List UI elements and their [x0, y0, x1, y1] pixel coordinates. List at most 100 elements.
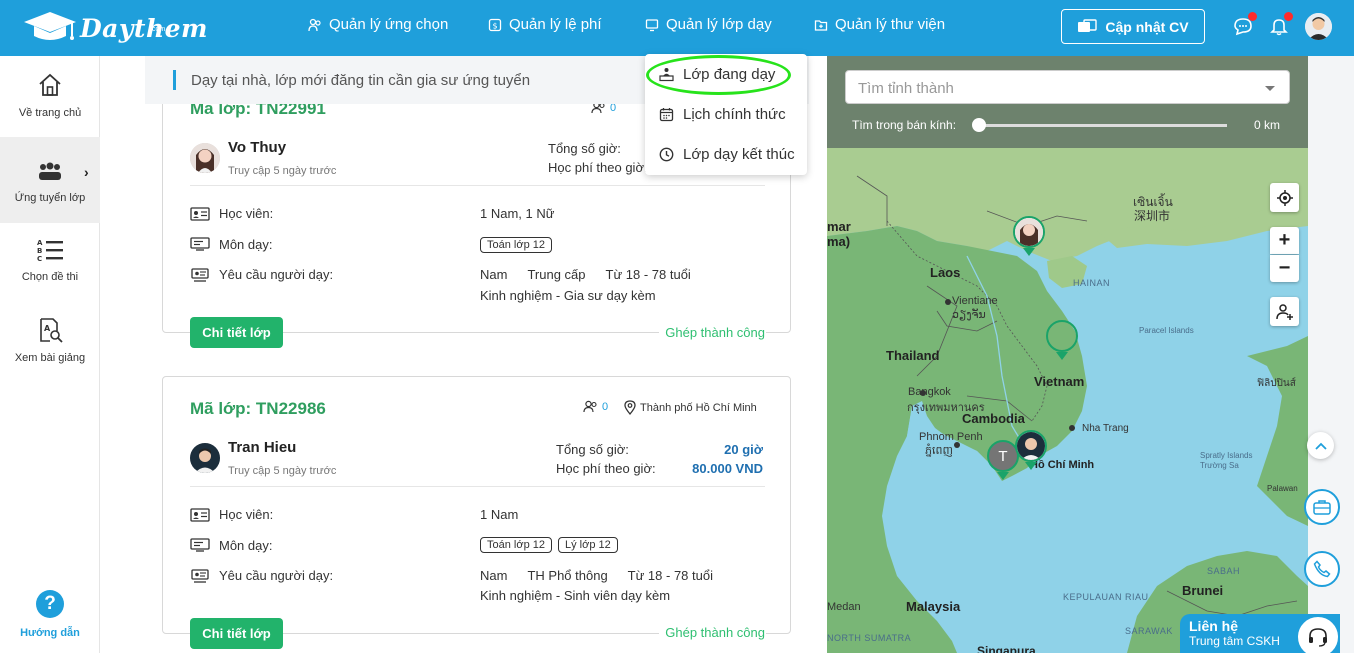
map-label-hainan: HAINAN [1073, 278, 1111, 288]
avatar-image [1305, 13, 1332, 40]
logo[interactable]: Daythem [20, 8, 208, 48]
map-label-phnom-penh: Phnom Penh [919, 431, 983, 443]
subject-label: Môn dạy: [219, 538, 273, 553]
map-label-myanmar-2: ma) [827, 234, 851, 249]
svg-text:B: B [37, 247, 42, 255]
tutor-map-marker[interactable] [1013, 216, 1045, 248]
sidebar-item-view-lesson[interactable]: A Xem bài giảng [0, 317, 100, 377]
highlight-annotation [646, 55, 791, 95]
tutor-name: Tran Hieu [228, 439, 297, 456]
map-label-thailand: Thailand [886, 348, 940, 363]
chat-button[interactable] [1232, 12, 1257, 39]
svg-text:C: C [37, 255, 42, 262]
update-cv-button[interactable]: Cập nhật CV [1061, 9, 1205, 44]
locate-me-button[interactable] [1270, 183, 1299, 212]
phone-icon [1313, 560, 1331, 578]
zoom-in-button[interactable]: + [1270, 227, 1299, 254]
divider [190, 185, 765, 186]
add-user-button[interactable] [1270, 297, 1299, 326]
requirement-label: Yêu cầu người dạy: [219, 267, 334, 282]
notification-dot [1284, 12, 1293, 21]
match-status[interactable]: Ghép thành công [659, 325, 766, 340]
divider [190, 486, 765, 487]
map-label-hcm: Hồ Chí Minh [1030, 459, 1095, 471]
chevron-up-icon [1314, 442, 1327, 450]
cv-icon [1078, 18, 1098, 32]
map-label-phnom-penh-local: ភ្នំពេញ [925, 445, 953, 457]
req-experience: Kinh nghiệm - Sinh viên dạy kèm [480, 588, 671, 603]
class-detail-button[interactable]: Chi tiết lớp [190, 317, 283, 348]
nav-manage-classes[interactable]: Quản lý lớp dạy [645, 16, 772, 33]
graduation-cap-icon [24, 12, 76, 40]
class-card: Mã lớp: TN22986 0 Thành phố Hồ Chí Minh … [162, 376, 791, 649]
fee-value: 80.000 VND [692, 461, 763, 476]
tutor-last-access: Truy cập 5 ngày trước [228, 165, 337, 177]
marker-pointer [1025, 462, 1037, 470]
class-detail-button[interactable]: Chi tiết lớp [190, 618, 283, 649]
map-label-kepulauan-riau: KEPULAUAN RIAU [1063, 592, 1149, 602]
notification-dot [1248, 12, 1257, 21]
map-panel[interactable]: Tìm tỉnh thành Tìm trong bán kính: 0 km … [827, 56, 1308, 653]
abc-list-icon: ABC [37, 239, 63, 262]
province-search-select[interactable]: Tìm tỉnh thành [845, 70, 1290, 104]
help-button[interactable]: ? Hướng dẫn [0, 590, 100, 646]
sidebar-item-home[interactable]: Về trang chủ [0, 70, 100, 140]
subject-label: Môn dạy: [219, 237, 273, 252]
folder-icon [814, 19, 828, 31]
radius-slider-track[interactable] [980, 124, 1227, 127]
student-value: 1 Nam, 1 Nữ [480, 206, 555, 221]
notification-button[interactable] [1268, 12, 1293, 39]
tutor-name: Vo Thuy [228, 139, 287, 156]
tutor-map-marker[interactable] [1015, 430, 1047, 462]
sidebar-item-choose-exam[interactable]: ABC Chọn đề thi [0, 238, 100, 298]
req-gender: Nam [480, 267, 508, 282]
match-status[interactable]: Ghép thành công [659, 625, 766, 640]
chevron-right-icon: › [84, 164, 89, 180]
nav-label: Quản lý lớp dạy [666, 16, 772, 33]
menu-item-official-schedule[interactable]: Lịch chính thức [659, 106, 786, 123]
subject-tag: Lý lớp 12 [557, 537, 618, 553]
province-search-placeholder: Tìm tỉnh thành [858, 80, 954, 97]
total-hours-label: Tổng số giờ: [556, 442, 629, 457]
subject-tag: Toán lớp 12 [480, 537, 552, 553]
sidebar: Về trang chủ Ứng tuyển lớp › ABC Chọn đề… [0, 56, 100, 653]
class-code: Mã lớp: TN22986 [190, 399, 326, 418]
scroll-top-button[interactable] [1307, 432, 1334, 459]
marker-pointer [1023, 248, 1035, 256]
svg-text:$: $ [492, 21, 497, 30]
subject-tags: Toán lớp 12 Lý lớp 12 [480, 536, 624, 553]
crosshair-icon [1276, 189, 1293, 206]
radius-label: Tìm trong bán kính: [852, 118, 957, 132]
req-experience: Kinh nghiệm - Gia sư dạy kèm [480, 288, 656, 303]
map-label-myanmar: mar [827, 219, 851, 234]
map-label-sarawak: SARAWAK [1125, 626, 1173, 636]
home-icon [39, 73, 61, 96]
phone-button[interactable] [1304, 551, 1340, 587]
tutor-map-marker[interactable] [1046, 320, 1078, 352]
sidebar-item-label: Về trang chủ [18, 107, 82, 119]
user-avatar[interactable] [1305, 13, 1332, 40]
req-level: Trung cấp [527, 267, 586, 282]
tutor-avatar [190, 443, 220, 473]
nav-manage-fees[interactable]: $ Quản lý lệ phí [488, 16, 602, 33]
teacher-requirement-icon [191, 569, 209, 583]
support-headset-button[interactable] [1296, 615, 1340, 653]
map-label-palawan: Palawan [1267, 484, 1298, 493]
map-label-malaysia: Malaysia [906, 599, 961, 614]
req-gender: Nam [480, 568, 508, 583]
menu-item-finished-classes[interactable]: Lớp dạy kết thúc [659, 146, 795, 163]
zoom-out-button[interactable]: − [1270, 255, 1299, 282]
briefcase-button[interactable] [1304, 489, 1340, 525]
users-icon [583, 400, 597, 413]
fee-label: Học phí theo giờ: [556, 461, 656, 476]
map-label-philippines: ฟิลิปปินส์ [1257, 378, 1296, 389]
class-location: Thành phố Hồ Chí Minh [624, 400, 757, 415]
sidebar-item-apply-class[interactable]: Ứng tuyển lớp [0, 137, 100, 223]
calendar-icon [659, 108, 674, 122]
fee-icon: $ [488, 18, 502, 31]
radius-slider-thumb[interactable] [972, 118, 986, 132]
briefcase-icon [1313, 500, 1331, 515]
nav-manage-library[interactable]: Quản lý thư viện [814, 16, 945, 33]
sidebar-item-label: Ứng tuyển lớp [14, 192, 86, 204]
nav-manage-applications[interactable]: Quản lý ứng chọn [308, 16, 448, 33]
